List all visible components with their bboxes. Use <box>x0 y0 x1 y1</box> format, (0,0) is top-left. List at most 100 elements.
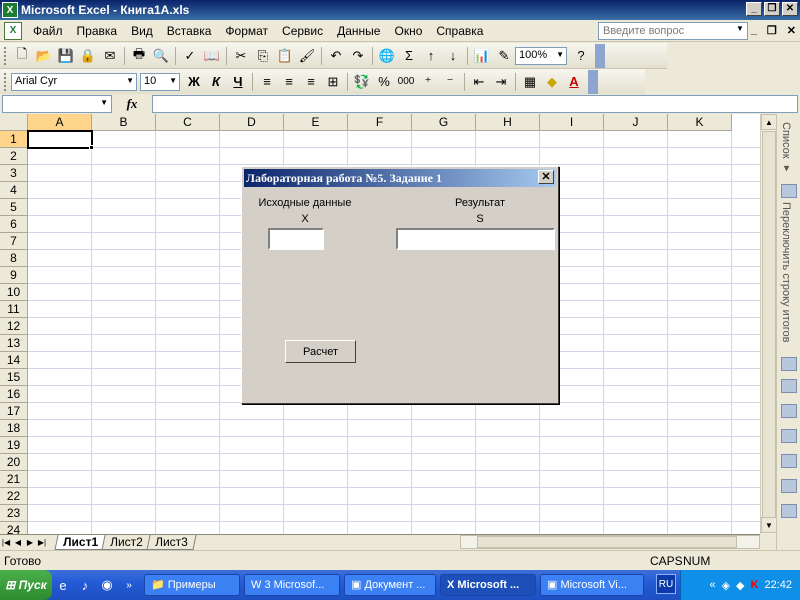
task-folder[interactable]: 📁 Примеры <box>144 574 240 596</box>
row-header[interactable]: 11 <box>0 301 28 318</box>
menu-insert[interactable]: Вставка <box>160 21 219 41</box>
copy-icon[interactable]: ⎘ <box>252 45 274 67</box>
row-header[interactable]: 15 <box>0 369 28 386</box>
column-header[interactable]: A <box>28 114 92 131</box>
calculate-button[interactable]: Расчет <box>285 340 356 363</box>
hyperlink-icon[interactable]: 🌐 <box>376 45 398 67</box>
insert-function-button[interactable]: fx <box>112 96 152 112</box>
row-header[interactable]: 20 <box>0 454 28 471</box>
last-sheet-icon[interactable]: ▶| <box>36 538 48 547</box>
print-icon[interactable]: 🖶 <box>128 45 150 67</box>
research-icon[interactable]: 📖 <box>201 45 223 67</box>
row-header[interactable]: 14 <box>0 352 28 369</box>
firefox-icon[interactable]: ◉ <box>96 574 118 596</box>
formula-input[interactable] <box>152 95 798 113</box>
increase-indent-icon[interactable]: ⇥ <box>490 71 512 93</box>
chevron-down-icon[interactable]: ▼ <box>100 98 108 107</box>
resize-list-icon[interactable] <box>781 357 797 371</box>
chevron-down-icon[interactable]: ▼ <box>736 24 744 33</box>
column-header[interactable]: K <box>668 114 732 131</box>
task-excel[interactable]: X Microsoft ... <box>440 574 536 596</box>
row-header[interactable]: 12 <box>0 318 28 335</box>
borders-icon[interactable]: ▦ <box>519 71 541 93</box>
tray-expand-icon[interactable]: « <box>709 579 715 591</box>
column-header[interactable]: J <box>604 114 668 131</box>
print-list-icon[interactable] <box>781 404 797 418</box>
workbook-icon[interactable]: X <box>4 21 22 40</box>
sheet-tab-3[interactable]: Лист3 <box>146 535 197 550</box>
clock[interactable]: 22:42 <box>764 579 792 591</box>
quicklaunch-more-icon[interactable]: » <box>118 574 140 596</box>
toolbar-grip[interactable] <box>4 46 7 65</box>
row-header[interactable]: 8 <box>0 250 28 267</box>
row-header[interactable]: 17 <box>0 403 28 420</box>
row-header[interactable]: 1 <box>0 131 28 148</box>
print-preview-icon[interactable]: 🔍 <box>150 45 172 67</box>
antivirus-icon[interactable]: K <box>751 579 759 591</box>
sheet-tab-2[interactable]: Лист2 <box>101 535 152 550</box>
cut-icon[interactable]: ✂ <box>230 45 252 67</box>
row-header[interactable]: 23 <box>0 505 28 522</box>
row-header[interactable]: 7 <box>0 233 28 250</box>
percent-button[interactable]: % <box>373 71 395 93</box>
row-header[interactable]: 18 <box>0 420 28 437</box>
toolbar-options-icon[interactable] <box>595 43 605 68</box>
row-header[interactable]: 13 <box>0 335 28 352</box>
row-header[interactable]: 6 <box>0 216 28 233</box>
help-icon[interactable]: ? <box>570 45 592 67</box>
font-size-select[interactable]: 10 ▼ <box>140 72 180 91</box>
toolbar-options-icon[interactable] <box>588 69 598 94</box>
menu-data[interactable]: Данные <box>330 21 387 41</box>
sort-ascending-icon[interactable]: ↑ <box>420 45 442 67</box>
toggle-totals-label[interactable]: Переключить строку итогов <box>780 202 792 343</box>
network-icon[interactable]: ◈ <box>722 579 730 592</box>
redo-icon[interactable]: ↷ <box>347 45 369 67</box>
chart-wizard-icon[interactable]: 📊 <box>471 45 493 67</box>
align-center-icon[interactable]: ≡ <box>278 71 300 93</box>
row-header[interactable]: 22 <box>0 488 28 505</box>
fill-handle[interactable] <box>89 145 94 150</box>
unlink-list-icon[interactable] <box>781 504 797 518</box>
help-search-input[interactable]: Введите вопрос <box>598 22 748 40</box>
security-icon[interactable]: ◆ <box>736 579 744 592</box>
spelling-icon[interactable]: ✓ <box>179 45 201 67</box>
save-icon[interactable]: 💾 <box>55 45 77 67</box>
sheet-tab-1[interactable]: Лист1 <box>54 535 107 550</box>
doc-restore-button[interactable]: ❐ <box>767 24 777 37</box>
list-toolbar-icon[interactable] <box>781 379 797 393</box>
horizontal-scrollbar[interactable] <box>460 535 760 549</box>
zoom-select[interactable]: 100% ▼ <box>515 46 567 65</box>
next-sheet-icon[interactable]: ▶ <box>24 538 36 547</box>
list-menu[interactable]: Список ▾ <box>780 122 793 175</box>
scroll-thumb[interactable] <box>477 536 737 548</box>
row-header[interactable]: 9 <box>0 267 28 284</box>
scroll-down-icon[interactable]: ▼ <box>761 517 777 533</box>
excel-app-icon[interactable]: X <box>2 2 18 18</box>
thousands-button[interactable]: 000 <box>395 71 417 93</box>
task-vba[interactable]: ▣ Microsoft Vi... <box>540 574 644 596</box>
menu-window[interactable]: Окно <box>387 21 429 41</box>
first-sheet-icon[interactable]: |◀ <box>0 538 12 547</box>
s-output[interactable] <box>396 228 555 250</box>
row-header[interactable]: 10 <box>0 284 28 301</box>
drawing-icon[interactable]: ✎ <box>493 45 515 67</box>
row-header[interactable]: 3 <box>0 165 28 182</box>
media-icon[interactable]: ♪ <box>74 574 96 596</box>
row-header[interactable]: 16 <box>0 386 28 403</box>
undo-icon[interactable]: ↶ <box>325 45 347 67</box>
active-cell[interactable] <box>27 130 93 149</box>
row-header[interactable]: 5 <box>0 199 28 216</box>
scroll-thumb[interactable] <box>762 131 776 531</box>
column-header[interactable]: G <box>412 114 476 131</box>
merge-center-icon[interactable]: ⊞ <box>322 71 344 93</box>
autosum-icon[interactable]: Σ <box>398 45 420 67</box>
x-input[interactable] <box>268 228 324 250</box>
align-right-icon[interactable]: ≡ <box>300 71 322 93</box>
permission-icon[interactable]: 🔒 <box>77 45 99 67</box>
minimize-button[interactable]: _ <box>746 2 762 16</box>
row-header[interactable]: 19 <box>0 437 28 454</box>
font-select[interactable]: Arial Cyr ▼ <box>11 72 137 91</box>
dialog-close-button[interactable]: ✕ <box>538 170 554 184</box>
task-document[interactable]: ▣ Документ ... <box>344 574 436 596</box>
column-header[interactable]: H <box>476 114 540 131</box>
